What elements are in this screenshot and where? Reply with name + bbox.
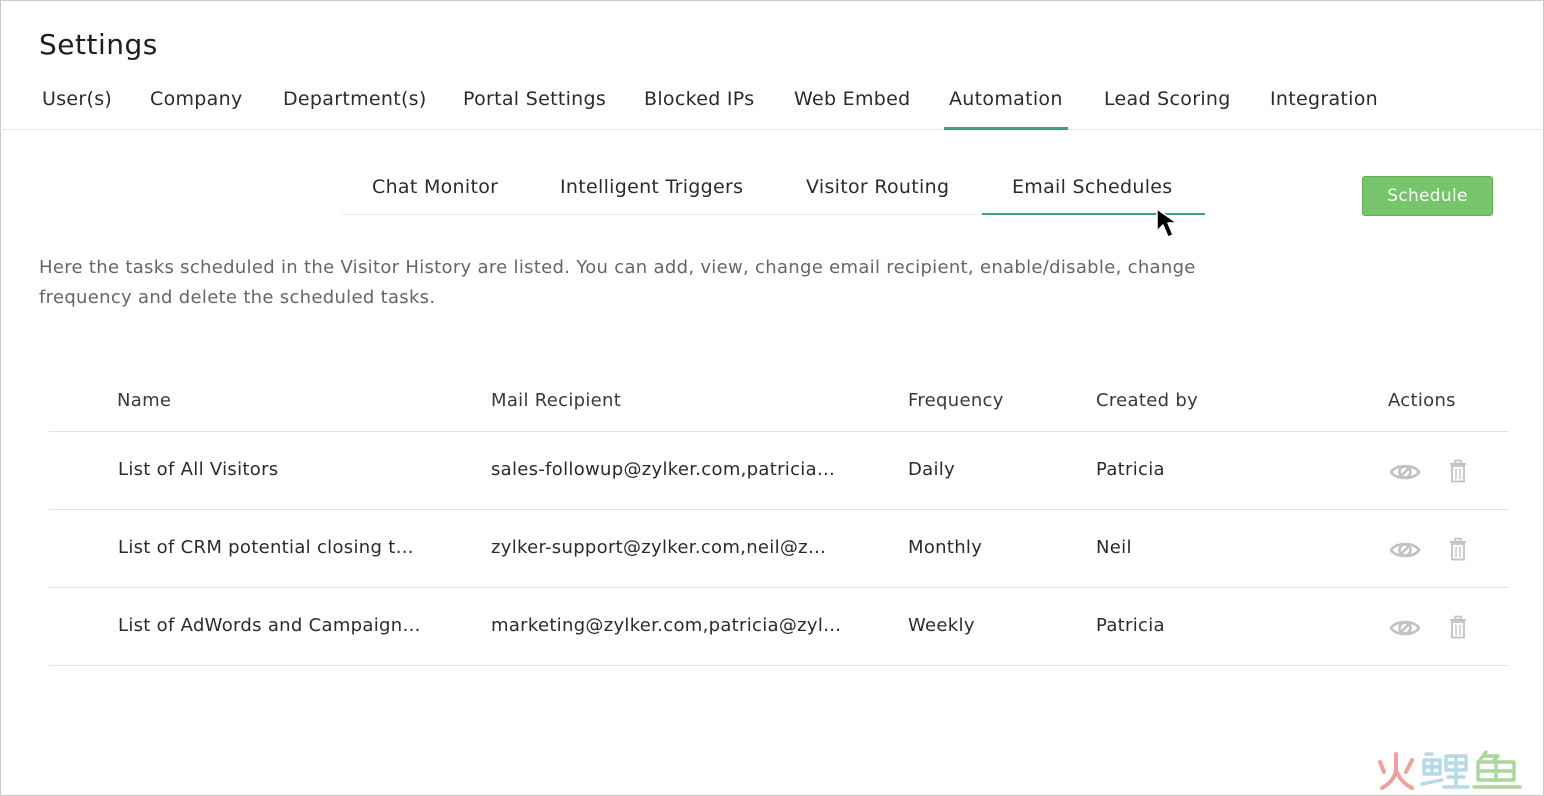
header-name[interactable]: Name <box>117 390 447 411</box>
cell-name[interactable]: List of AdWords and Campaign… <box>118 615 448 636</box>
sub-tab-bar: Chat Monitor Intelligent Triggers Visito… <box>342 160 1207 215</box>
schedule-button[interactable]: Schedule <box>1362 176 1493 216</box>
cell-created-by: Neil <box>1096 537 1132 558</box>
header-actions: Actions <box>1388 390 1456 411</box>
cell-mail-recipient: sales-followup@zylker.com,patricia… <box>491 459 836 480</box>
cell-created-by: Patricia <box>1096 459 1165 480</box>
tab-company[interactable]: Company <box>150 88 243 110</box>
eye-slash-icon[interactable] <box>1389 460 1421 484</box>
table-row[interactable]: List of AdWords and Campaign… marketing@… <box>49 588 1509 666</box>
tab-automation[interactable]: Automation <box>944 88 1068 130</box>
subtab-chat-monitor[interactable]: Chat Monitor <box>372 176 498 198</box>
main-tab-bar: User(s) Company Department(s) Portal Set… <box>0 74 1542 130</box>
cell-created-by: Patricia <box>1096 615 1165 636</box>
tab-departments[interactable]: Department(s) <box>283 88 427 110</box>
header-frequency[interactable]: Frequency <box>908 390 1004 411</box>
header-created-by[interactable]: Created by <box>1096 390 1198 411</box>
cell-name[interactable]: List of All Visitors <box>118 459 448 480</box>
eye-slash-icon[interactable] <box>1389 616 1421 640</box>
tab-blocked-ips[interactable]: Blocked IPs <box>644 88 754 110</box>
header-mail-recipient[interactable]: Mail Recipient <box>491 390 621 411</box>
cell-mail-recipient: marketing@zylker.com,patricia@zyl… <box>491 615 842 636</box>
tab-lead-scoring[interactable]: Lead Scoring <box>1104 88 1231 110</box>
email-schedules-table: Name Mail Recipient Frequency Created by… <box>49 372 1509 666</box>
page-description: Here the tasks scheduled in the Visitor … <box>39 257 1196 308</box>
mouse-pointer-icon <box>1156 208 1178 238</box>
subtab-visitor-routing[interactable]: Visitor Routing <box>806 176 949 198</box>
tab-portal-settings[interactable]: Portal Settings <box>463 88 606 110</box>
watermark-logo <box>1378 750 1522 790</box>
tab-web-embed[interactable]: Web Embed <box>794 88 911 110</box>
table-row[interactable]: List of CRM potential closing t… zylker-… <box>49 510 1509 588</box>
tab-integration[interactable]: Integration <box>1270 88 1378 110</box>
cell-frequency: Daily <box>908 459 956 480</box>
trash-icon[interactable] <box>1449 615 1467 639</box>
table-row[interactable]: List of All Visitors sales-followup@zylk… <box>49 432 1509 510</box>
trash-icon[interactable] <box>1449 459 1467 483</box>
tab-users[interactable]: User(s) <box>42 88 112 110</box>
cell-frequency: Weekly <box>908 615 975 636</box>
subtab-email-schedules[interactable]: Email Schedules <box>981 176 1207 215</box>
cell-name[interactable]: List of CRM potential closing t… <box>118 537 448 558</box>
subtab-intelligent-triggers[interactable]: Intelligent Triggers <box>560 176 743 198</box>
table-header: Name Mail Recipient Frequency Created by… <box>49 372 1509 432</box>
cell-frequency: Monthly <box>908 537 983 558</box>
cell-mail-recipient: zylker-support@zylker.com,neil@z… <box>491 537 827 558</box>
trash-icon[interactable] <box>1449 537 1467 561</box>
page-title: Settings <box>39 28 158 61</box>
eye-slash-icon[interactable] <box>1389 538 1421 562</box>
